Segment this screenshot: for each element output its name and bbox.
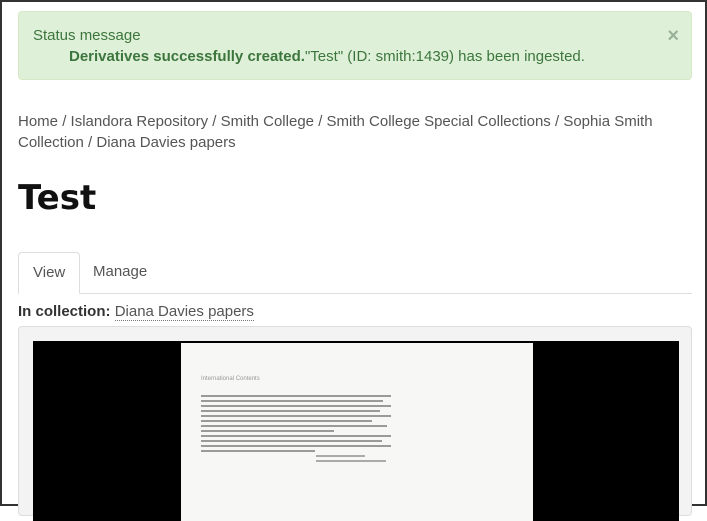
close-icon[interactable]: × bbox=[667, 26, 679, 46]
breadcrumb-separator: / bbox=[212, 113, 217, 130]
image-viewer[interactable]: International Contents bbox=[33, 341, 679, 521]
status-message: Status message Derivatives successfully … bbox=[18, 11, 692, 80]
tab-view[interactable]: View bbox=[18, 252, 81, 294]
breadcrumb-islandora-repository[interactable]: Islandora Repository bbox=[71, 113, 209, 130]
breadcrumb-special-collections[interactable]: Smith College Special Collections bbox=[327, 113, 551, 130]
tab-bar: View Manage bbox=[18, 252, 692, 294]
status-title: Status message bbox=[33, 27, 141, 44]
status-rest-text: "Test" (ID: smith:1439) has been ingeste… bbox=[304, 48, 585, 65]
page-title: Test bbox=[18, 178, 97, 218]
collection-label: In collection: bbox=[18, 303, 111, 320]
breadcrumb-separator: / bbox=[88, 134, 93, 151]
breadcrumb-diana-davies-papers[interactable]: Diana Davies papers bbox=[96, 134, 235, 151]
image-viewer-frame: International Contents bbox=[18, 326, 692, 521]
breadcrumb-smith-college[interactable]: Smith College bbox=[221, 113, 314, 130]
breadcrumb-separator: / bbox=[554, 113, 560, 130]
breadcrumb: Home / Islandora Repository / Smith Coll… bbox=[18, 111, 658, 153]
breadcrumb-separator: / bbox=[318, 113, 323, 130]
collection-link[interactable]: Diana Davies papers bbox=[114, 303, 254, 321]
breadcrumb-home[interactable]: Home bbox=[18, 113, 58, 130]
document-signature bbox=[316, 455, 386, 465]
document-text-lines bbox=[201, 395, 391, 455]
tab-manage[interactable]: Manage bbox=[79, 252, 161, 293]
document-heading: International Contents bbox=[201, 376, 260, 382]
collection-info: In collection: Diana Davies papers bbox=[18, 303, 254, 321]
status-text: Derivatives successfully created."Test" … bbox=[69, 48, 585, 65]
document-page-image: International Contents bbox=[181, 343, 533, 521]
breadcrumb-separator: / bbox=[62, 113, 67, 130]
status-bold-text: Derivatives successfully created. bbox=[69, 48, 305, 65]
